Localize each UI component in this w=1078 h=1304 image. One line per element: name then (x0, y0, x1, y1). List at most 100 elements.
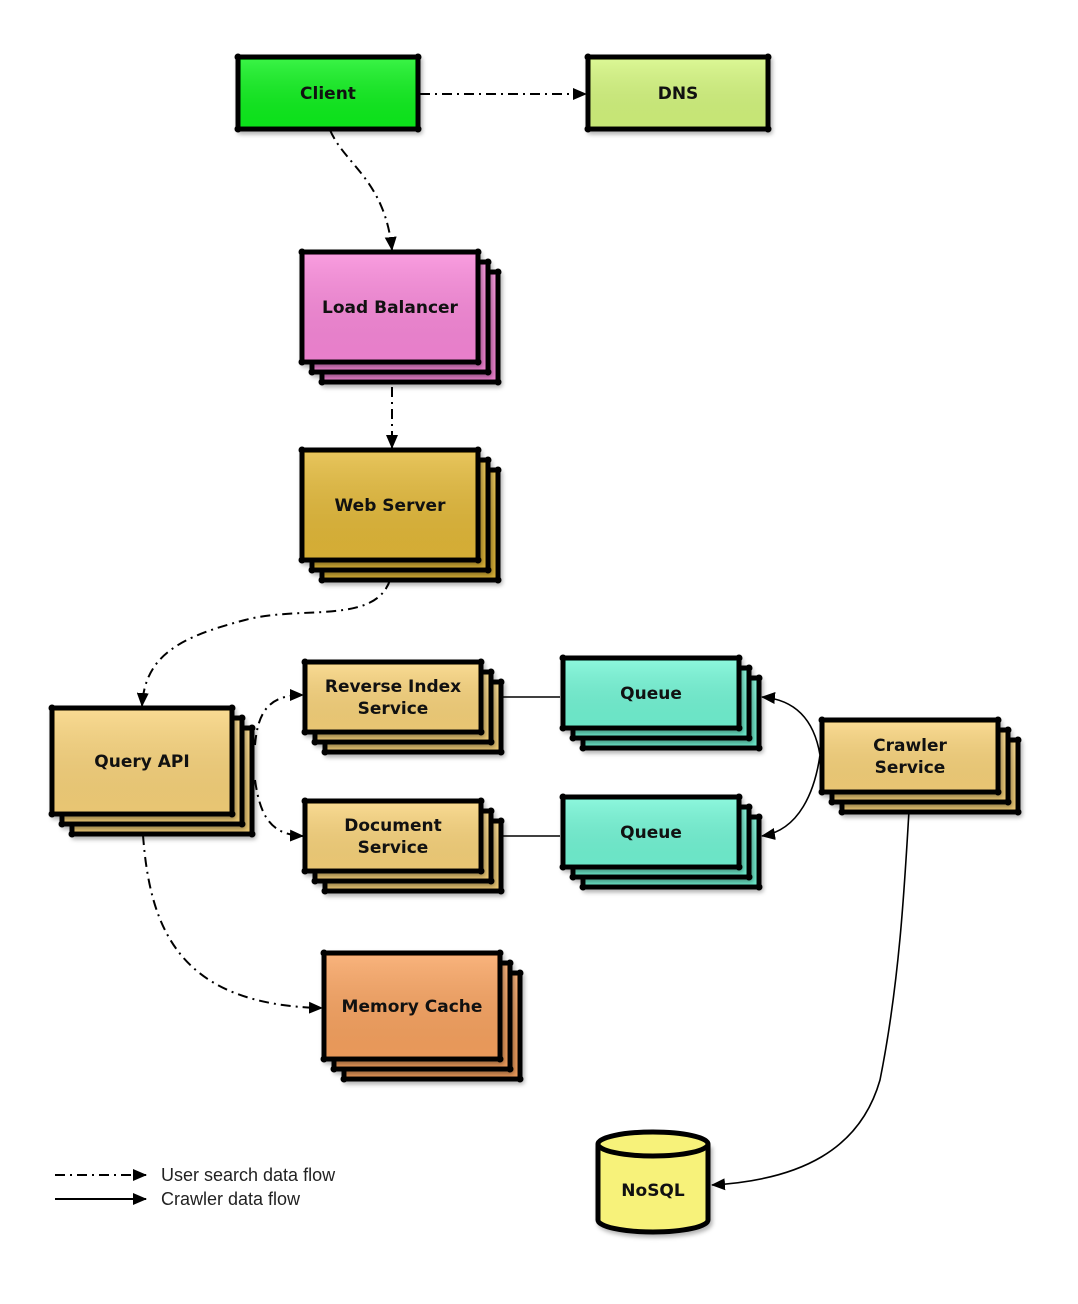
corner-dot (584, 53, 592, 61)
node-label: Web Server (335, 496, 447, 516)
node-crawler-service[interactable]: CrawlerService (818, 716, 1022, 816)
corner-dot (755, 883, 763, 891)
corner-dot (321, 887, 329, 895)
corner-dot (497, 678, 505, 686)
corner-dot (1014, 808, 1022, 816)
corner-dot (477, 867, 485, 875)
corner-dot (516, 1075, 524, 1083)
corner-dot (477, 658, 485, 666)
architecture-diagram: Client DNS Load Balancer Web Server Query AP… (48, 53, 1022, 1235)
corner-dot (308, 566, 316, 574)
corner-dot (238, 820, 246, 828)
node-nosql[interactable]: NoSQL (595, 1129, 711, 1235)
corner-dot (484, 566, 492, 574)
corner-dot (321, 748, 329, 756)
corner-dot (318, 576, 326, 584)
edge-crawler-service-to-queue-2 (761, 754, 821, 840)
nodes-layer: Client DNS Load Balancer Web Server Query AP… (48, 53, 1022, 1235)
node-label: Queue (620, 684, 682, 704)
corner-dot (735, 793, 743, 801)
corner-dot (248, 724, 256, 732)
corner-dot (559, 793, 567, 801)
corner-dot (48, 810, 56, 818)
cylinder-top (595, 1129, 711, 1159)
corner-dot (340, 1075, 348, 1083)
corner-dot (994, 716, 1002, 724)
corner-dot (496, 1055, 504, 1063)
corner-dot (238, 714, 246, 722)
corner-dot (228, 704, 236, 712)
corner-dot (414, 125, 422, 133)
corner-dot (474, 446, 482, 454)
corner-dot (318, 378, 326, 386)
corner-dot (487, 738, 495, 746)
node-label: Reverse Index (325, 677, 461, 697)
corner-dot (1004, 726, 1012, 734)
corner-dot (487, 877, 495, 885)
edge-client-to-load-balancer (329, 129, 397, 251)
corner-dot (311, 738, 319, 746)
corner-dot (506, 959, 514, 967)
node-label: Client (300, 84, 356, 104)
corner-dot (477, 728, 485, 736)
node-label: Service (358, 838, 429, 858)
node-label: NoSQL (621, 1181, 685, 1201)
corner-dot (301, 797, 309, 805)
edge-query-api-to-document-service (254, 779, 304, 842)
corner-dot (484, 258, 492, 266)
edge-query-api-to-memory-cache (142, 834, 323, 1014)
legend-item-user: User search data flow (55, 1165, 336, 1185)
corner-dot (330, 1065, 338, 1073)
corner-dot (559, 724, 567, 732)
node-label: Load Balancer (322, 298, 459, 318)
corner-dot (755, 813, 763, 821)
corner-dot (474, 556, 482, 564)
node-queue-2[interactable]: Queue (559, 793, 763, 891)
box-front (819, 717, 1001, 795)
node-label: Service (875, 758, 946, 778)
corner-dot (516, 969, 524, 977)
corner-dot (301, 867, 309, 875)
corner-dot (311, 877, 319, 885)
corner-dot (477, 797, 485, 805)
corner-dot (579, 744, 587, 752)
corner-dot (755, 744, 763, 752)
corner-dot (559, 654, 567, 662)
corner-dot (755, 674, 763, 682)
corner-dot (569, 873, 577, 881)
corner-dot (745, 664, 753, 672)
legend-item-crawler: Crawler data flow (55, 1189, 301, 1209)
corner-dot (569, 734, 577, 742)
corner-dot (228, 810, 236, 818)
corner-dot (764, 53, 772, 61)
corner-dot (48, 704, 56, 712)
corner-dot (735, 654, 743, 662)
node-document-service[interactable]: DocumentService (301, 797, 505, 895)
corner-dot (234, 125, 242, 133)
corner-dot (1004, 798, 1012, 806)
legend: User search data flow Crawler data flow (55, 1165, 336, 1209)
corner-dot (484, 456, 492, 464)
corner-dot (818, 716, 826, 724)
node-query-api[interactable]: Query API (48, 704, 256, 838)
corner-dot (414, 53, 422, 61)
node-queue-1[interactable]: Queue (559, 654, 763, 752)
node-load-balancer[interactable]: Load Balancer (298, 248, 502, 386)
corner-dot (994, 788, 1002, 796)
corner-dot (764, 125, 772, 133)
legend-label: Crawler data flow (161, 1189, 301, 1209)
node-memory-cache[interactable]: Memory Cache (320, 949, 524, 1083)
corner-dot (68, 830, 76, 838)
corner-dot (497, 887, 505, 895)
corner-dot (579, 883, 587, 891)
node-client[interactable]: Client (234, 53, 422, 133)
node-reverse-index-service[interactable]: Reverse IndexService (301, 658, 505, 756)
node-dns[interactable]: DNS (584, 53, 772, 133)
node-web-server[interactable]: Web Server (298, 446, 502, 584)
corner-dot (487, 668, 495, 676)
corner-dot (320, 1055, 328, 1063)
corner-dot (745, 734, 753, 742)
node-label: Service (358, 699, 429, 719)
corner-dot (494, 576, 502, 584)
edges-layer (136, 88, 911, 1191)
